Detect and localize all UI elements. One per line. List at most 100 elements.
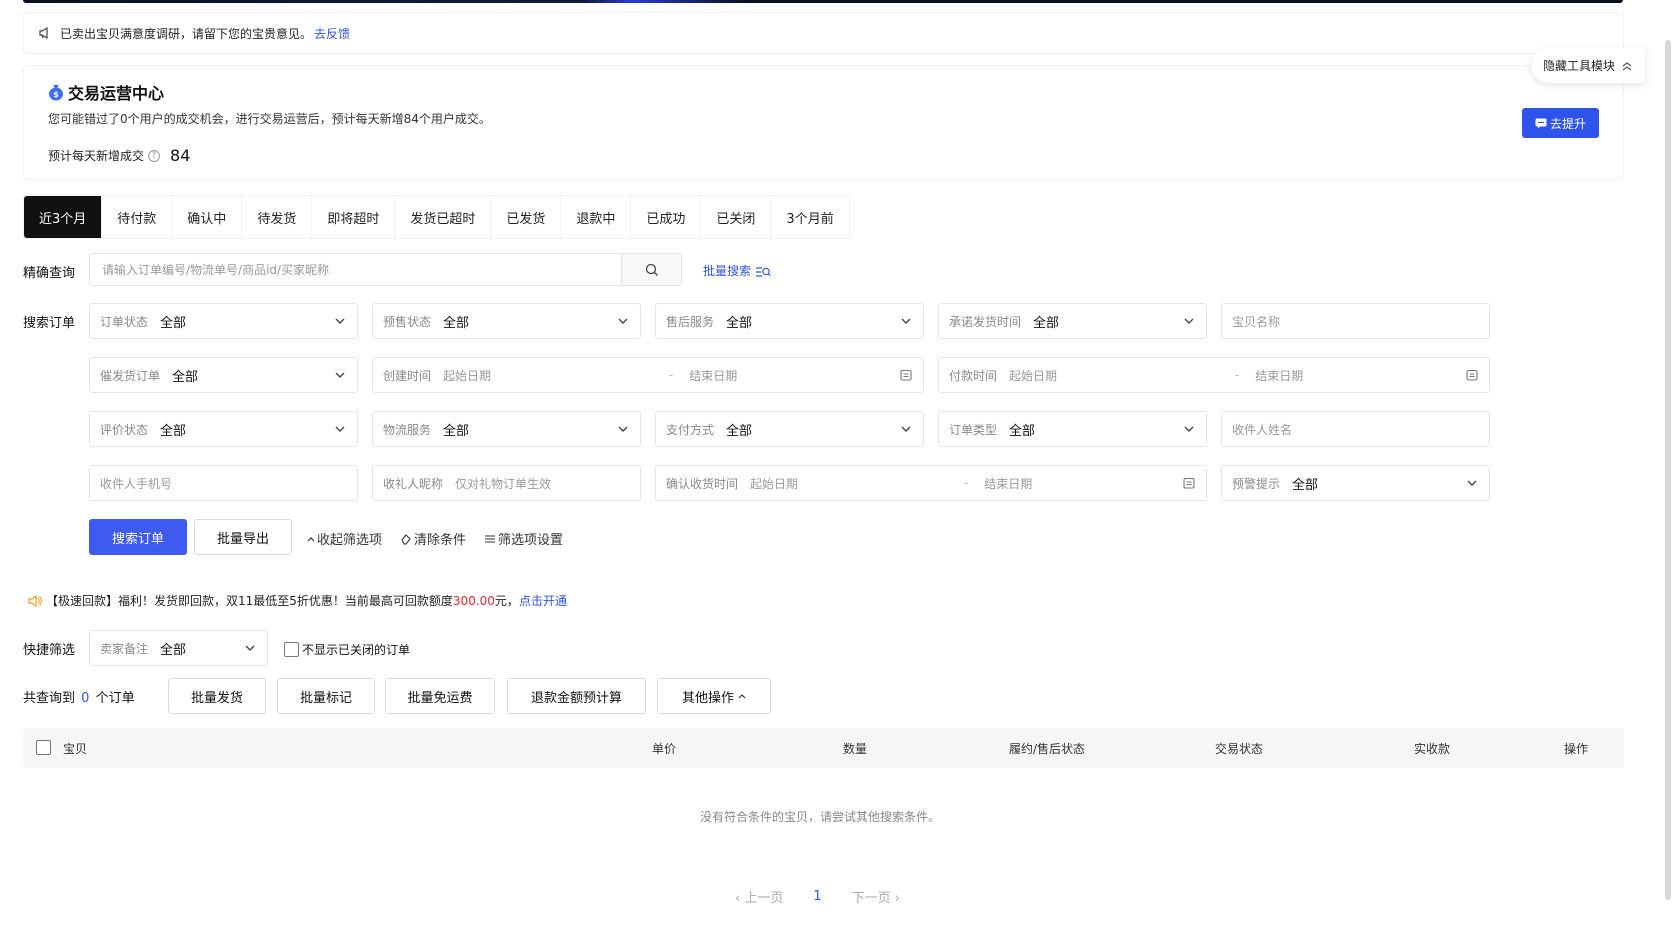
collapse-filters-link[interactable]: 收起筛选项 bbox=[307, 529, 382, 548]
prev-page-button[interactable]: ‹ 上一页 bbox=[735, 887, 783, 906]
receiver-name-input[interactable]: 收件人姓名 bbox=[1221, 411, 1490, 447]
order-status-select[interactable]: 订单状态 全部 bbox=[89, 303, 358, 339]
promo-text: 【极速回款】福利！发货即回款，双11最低至5折优惠！当前最高可回款额度 bbox=[46, 594, 453, 608]
search-icon bbox=[645, 263, 659, 277]
precise-search-label: 精确查询 bbox=[23, 266, 76, 281]
tab-confirming[interactable]: 确认中 bbox=[172, 196, 243, 238]
page-scrollbar[interactable] bbox=[1665, 40, 1671, 900]
tab-pending-shipment[interactable]: 待发货 bbox=[242, 196, 313, 238]
next-page-button[interactable]: 下一页 › bbox=[852, 887, 900, 906]
hide-closed-checkbox[interactable] bbox=[284, 642, 299, 657]
warning-value: 全部 bbox=[1292, 477, 1319, 493]
presale-status-select[interactable]: 预售状态 全部 bbox=[372, 303, 641, 339]
create-time-range[interactable]: 创建时间 起始日期 - 结束日期 bbox=[372, 357, 924, 393]
tab-closed[interactable]: 已关闭 bbox=[701, 196, 772, 238]
ops-center-desc: 您可能错过了0个用户的成交机会，进行交易运营后，预计每天新增84个用户成交。 bbox=[48, 112, 491, 126]
create-time-end[interactable]: 结束日期 bbox=[689, 367, 899, 384]
hide-tool-module-toggle[interactable]: 隐藏工具模块 bbox=[1531, 48, 1645, 83]
pagination: ‹ 上一页 1 下一页 › bbox=[735, 887, 900, 906]
search-orders-label: 搜索订单 bbox=[23, 316, 76, 331]
gift-receiver-nick-input[interactable]: 收礼人昵称 仅对礼物订单生效 bbox=[372, 465, 641, 501]
precise-search-box: 请输入订单编号/物流单号/商品id/买家昵称 bbox=[89, 253, 682, 286]
batch-ship-button[interactable]: 批量发货 bbox=[168, 678, 266, 714]
tab-succeeded[interactable]: 已成功 bbox=[631, 196, 702, 238]
refund-precalc-button[interactable]: 退款金额预计算 bbox=[507, 678, 646, 714]
tab-shipped[interactable]: 已发货 bbox=[491, 196, 562, 238]
confirm-receipt-time-range[interactable]: 确认收货时间 起始日期 - 结束日期 bbox=[655, 465, 1207, 501]
warning-label: 预警提示 bbox=[1232, 476, 1281, 491]
chevron-down-icon bbox=[245, 645, 255, 651]
tab-shipping-overdue[interactable]: 发货已超时 bbox=[395, 196, 492, 238]
after-sale-value: 全部 bbox=[726, 315, 753, 331]
col-fulfillment-status: 履约/售后状态 bbox=[1009, 742, 1086, 756]
batch-free-shipping-button[interactable]: 批量免运费 bbox=[385, 678, 495, 714]
pay-method-select[interactable]: 支付方式 全部 bbox=[655, 411, 924, 447]
other-actions-button[interactable]: 其他操作 bbox=[657, 678, 771, 714]
survey-notice: 已卖出宝贝满意度调研，请留下您的宝贵意见。 去反馈 bbox=[23, 12, 1624, 54]
feedback-link[interactable]: 去反馈 bbox=[314, 25, 350, 42]
batch-export-button[interactable]: 批量导出 bbox=[194, 519, 292, 555]
clear-conditions-link[interactable]: 清除条件 bbox=[400, 529, 466, 548]
prev-page-label: 上一页 bbox=[744, 891, 784, 906]
create-time-label: 创建时间 bbox=[383, 368, 432, 383]
confirm-receipt-time-start[interactable]: 起始日期 bbox=[750, 475, 948, 492]
range-separator: - bbox=[668, 368, 674, 382]
warning-select[interactable]: 预警提示 全部 bbox=[1221, 465, 1490, 501]
receiver-phone-placeholder: 收件人手机号 bbox=[100, 476, 173, 491]
other-actions-label: 其他操作 bbox=[681, 690, 734, 706]
batch-search-label: 批量搜索 bbox=[703, 264, 752, 278]
ops-center-title-text: 交易运营中心 bbox=[68, 84, 165, 103]
urge-ship-select[interactable]: 催发货订单 全部 bbox=[89, 357, 358, 393]
promo-activate-link[interactable]: 点击开通 bbox=[519, 594, 567, 608]
help-icon[interactable]: ? bbox=[148, 149, 161, 162]
pay-time-range[interactable]: 付款时间 起始日期 - 结束日期 bbox=[938, 357, 1490, 393]
col-item: 宝贝 bbox=[63, 742, 88, 756]
tab-about-to-timeout[interactable]: 即将超时 bbox=[312, 196, 396, 238]
boost-button[interactable]: 去提升 bbox=[1522, 108, 1599, 138]
promo-text-2: 元， bbox=[494, 594, 519, 608]
gift-receiver-nick-label: 收礼人昵称 bbox=[383, 476, 444, 491]
order-type-select[interactable]: 订单类型 全部 bbox=[938, 411, 1207, 447]
confirm-receipt-time-end[interactable]: 结束日期 bbox=[984, 475, 1182, 492]
speaker-icon bbox=[28, 594, 42, 607]
item-name-input[interactable]: 宝贝名称 bbox=[1221, 303, 1490, 339]
filter-settings-link[interactable]: 筛选项设置 bbox=[484, 529, 563, 548]
tab-pending-payment[interactable]: 待付款 bbox=[102, 196, 173, 238]
col-quantity: 数量 bbox=[843, 742, 868, 756]
precise-search-input[interactable]: 请输入订单编号/物流单号/商品id/买家昵称 bbox=[90, 254, 621, 285]
order-status-label: 订单状态 bbox=[100, 314, 149, 329]
promise-ship-time-select[interactable]: 承诺发货时间 全部 bbox=[938, 303, 1207, 339]
megaphone-icon bbox=[38, 26, 52, 40]
create-time-start[interactable]: 起始日期 bbox=[443, 367, 653, 384]
pay-time-end[interactable]: 结束日期 bbox=[1255, 367, 1465, 384]
review-status-value: 全部 bbox=[160, 423, 187, 439]
seller-note-select[interactable]: 卖家备注 全部 bbox=[89, 630, 268, 666]
pay-time-start[interactable]: 起始日期 bbox=[1009, 367, 1219, 384]
tab-recent-3-months[interactable]: 近3个月 bbox=[24, 196, 103, 238]
select-all-checkbox[interactable] bbox=[36, 740, 51, 755]
receiver-phone-input[interactable]: 收件人手机号 bbox=[89, 465, 358, 501]
current-page[interactable]: 1 bbox=[813, 889, 821, 904]
batch-mark-button[interactable]: 批量标记 bbox=[277, 678, 375, 714]
review-status-select[interactable]: 评价状态 全部 bbox=[89, 411, 358, 447]
notice-text: 已卖出宝贝满意度调研，请留下您的宝贵意见。 bbox=[60, 26, 313, 41]
top-banner-strip bbox=[23, 0, 1623, 3]
tab-refunding[interactable]: 退款中 bbox=[561, 196, 632, 238]
hide-tool-label: 隐藏工具模块 bbox=[1542, 59, 1615, 73]
search-orders-button[interactable]: 搜索订单 bbox=[89, 519, 187, 555]
search-button[interactable] bbox=[621, 254, 681, 285]
tab-before-3-months[interactable]: 3个月前 bbox=[771, 196, 848, 238]
result-suffix: 个订单 bbox=[95, 691, 135, 706]
chevron-down-icon bbox=[335, 318, 345, 324]
caret-up-icon bbox=[738, 694, 746, 699]
batch-search-link[interactable]: 批量搜索 bbox=[703, 262, 771, 279]
logistics-service-select[interactable]: 物流服务 全部 bbox=[372, 411, 641, 447]
fast-refund-promo: 【极速回款】福利！发货即回款，双11最低至5折优惠！当前最高可回款额度300.0… bbox=[28, 592, 567, 609]
result-prefix: 共查询到 bbox=[23, 691, 76, 706]
chevron-down-icon bbox=[335, 426, 345, 432]
result-count: 共查询到 0 个订单 bbox=[23, 687, 135, 706]
list-search-icon bbox=[755, 266, 771, 278]
hide-closed-orders-option[interactable]: 不显示已关闭的订单 bbox=[284, 641, 410, 658]
double-chevron-up-icon bbox=[1621, 60, 1633, 72]
after-sale-select[interactable]: 售后服务 全部 bbox=[655, 303, 924, 339]
